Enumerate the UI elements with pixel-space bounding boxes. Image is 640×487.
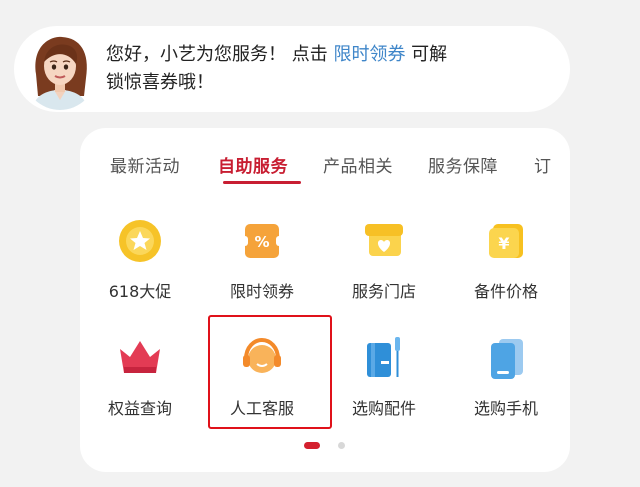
grid-item-rights-inquiry[interactable]: 权益查询	[85, 333, 195, 419]
grid-item-label: 权益查询	[107, 399, 172, 418]
coupon-icon: %	[241, 224, 283, 258]
phone-icon	[491, 339, 523, 379]
grid-item-label: 服务门店	[351, 282, 416, 301]
pager-dot[interactable]	[338, 442, 345, 449]
grid-item-label: 618大促	[108, 282, 172, 301]
tab-service-guarantee[interactable]: 服务保障	[428, 152, 498, 177]
category-tabs: 最新活动 自助服务 产品相关 服务保障 订	[80, 128, 570, 202]
crown-icon	[120, 341, 160, 373]
greeting-text-prefix: 您好，小艺为您服务！ 点击	[106, 44, 334, 65]
greeting-text-line2: 锁惊喜券哦！	[106, 72, 214, 93]
price-tag-icon: ¥	[489, 224, 523, 258]
active-tab-indicator	[223, 181, 301, 184]
accessory-icon	[367, 337, 400, 377]
grid-item-label: 选购手机	[473, 399, 538, 418]
tab-product-related[interactable]: 产品相关	[323, 152, 393, 177]
grid-item-buy-accessories[interactable]: 选购配件	[329, 333, 439, 419]
greeting-text-suffix: 可解	[405, 44, 448, 65]
svg-text:%: %	[254, 233, 269, 251]
grid-item-618-promo[interactable]: 618大促	[85, 216, 195, 302]
tab-self-service[interactable]: 自助服务	[218, 152, 288, 177]
assistant-greeting-bubble: 您好，小艺为您服务！ 点击 限时领券 可解 锁惊喜券哦！	[14, 26, 570, 112]
greeting-message: 您好，小艺为您服务！ 点击 限时领券 可解 锁惊喜券哦！	[106, 41, 546, 97]
tab-order[interactable]: 订	[534, 152, 552, 177]
grid-item-label: 选购配件	[351, 399, 416, 418]
pager-dot-active[interactable]	[304, 442, 320, 449]
grid-item-service-store[interactable]: 服务门店	[329, 216, 439, 302]
highlight-frame-customer-service	[208, 315, 332, 429]
grid-item-spare-part-price[interactable]: ¥ 备件价格	[451, 216, 561, 302]
service-card: 最新活动 自助服务 产品相关 服务保障 订 618大促 % 限时领券 服务门店	[80, 128, 570, 472]
grid-item-label: 限时领券	[229, 282, 294, 301]
grid-item-label: 备件价格	[473, 282, 538, 301]
assistant-avatar	[24, 34, 96, 110]
gift-icon	[119, 220, 161, 262]
grid-item-time-limited-coupon[interactable]: % 限时领券	[207, 216, 317, 302]
store-icon	[365, 224, 403, 256]
coupon-link[interactable]: 限时领券	[333, 44, 405, 65]
grid-item-buy-phone[interactable]: 选购手机	[451, 333, 561, 419]
tab-latest-activities[interactable]: 最新活动	[110, 152, 180, 177]
svg-text:¥: ¥	[498, 234, 509, 253]
